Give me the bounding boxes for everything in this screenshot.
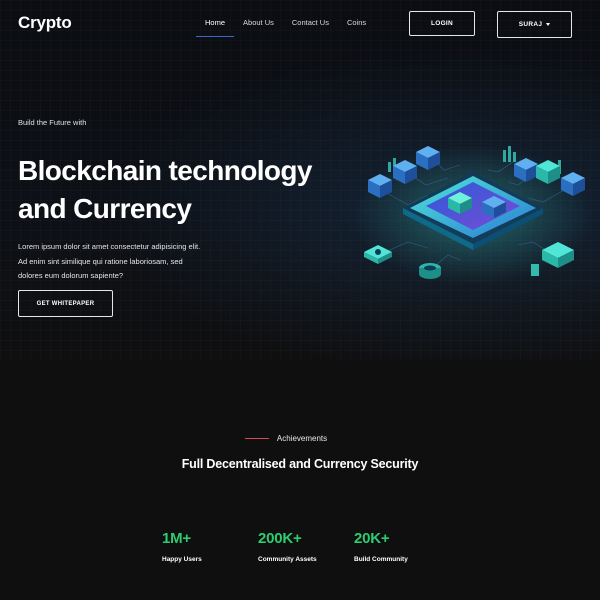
achievements-stats: 1M+ Happy Users 200K+ Community Assets 2… xyxy=(162,530,450,563)
hero-description-line-2: Ad enim sint similique qui ratione labor… xyxy=(18,256,183,266)
nav-item-about-us[interactable]: About Us xyxy=(234,18,283,37)
achievements-title: Full Decentralised and Currency Security xyxy=(181,457,419,471)
get-whitepaper-button[interactable]: GET WHITEPAPER xyxy=(18,290,113,317)
blockchain-illustration-svg xyxy=(353,145,593,285)
stat-value: 1M+ xyxy=(162,530,191,547)
login-button[interactable]: LOGIN xyxy=(409,11,475,36)
user-menu-button[interactable]: SURAJ xyxy=(497,11,572,38)
hero-description-line-1: Lorem ipsum dolor sit amet consectetur a… xyxy=(18,242,201,251)
caret-down-icon xyxy=(546,23,551,26)
achievements-kicker-label: Achievements xyxy=(276,434,328,443)
hero-description-line-3: dolores eum dolorum sapiente? xyxy=(18,271,124,280)
nav-item-home[interactable]: Home xyxy=(196,18,235,37)
stat-item: 200K+ Community Assets xyxy=(258,530,354,563)
achievements-kicker: Achievements xyxy=(0,434,600,443)
blockchain-illustration xyxy=(348,130,600,310)
landing-page: Crypto Home About Us Contact Us Coins LO… xyxy=(0,0,600,600)
achievements-accent-line xyxy=(244,438,269,439)
nav-item-coins[interactable]: Coins xyxy=(338,18,375,37)
nav-item-contact-us[interactable]: Contact Us xyxy=(283,18,338,37)
brand-logo[interactable]: Crypto xyxy=(18,13,72,33)
user-menu-label: SURAJ xyxy=(518,21,543,28)
stat-item: 1M+ Happy Users xyxy=(162,530,258,563)
stat-label: Build Community xyxy=(354,556,408,563)
hero-kicker: Build the Future with xyxy=(18,118,87,127)
hero-description: Lorem ipsum dolor sit amet consectetur a… xyxy=(18,240,233,284)
stat-label: Happy Users xyxy=(162,556,202,563)
main-nav: Home About Us Contact Us Coins xyxy=(196,18,375,37)
stat-value: 200K+ xyxy=(258,530,302,547)
hero-title-line-2: and Currency xyxy=(18,193,192,224)
stat-label: Community Assets xyxy=(258,556,317,563)
hero-title-line-1: Blockchain technology xyxy=(18,155,313,186)
stat-value: 20K+ xyxy=(354,530,390,547)
stat-item: 20K+ Build Community xyxy=(354,530,450,563)
hero-title: Blockchain technology and Currency xyxy=(18,152,318,228)
